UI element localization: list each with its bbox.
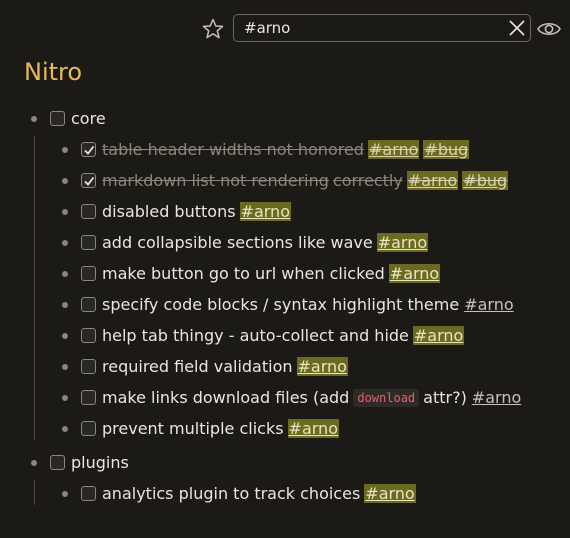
tag-link[interactable]: #arno (388, 264, 441, 283)
bullet-icon[interactable] (62, 490, 68, 497)
tag-link[interactable]: #arno (296, 357, 348, 376)
task-item: table header widths not honored #arno #bug (62, 134, 470, 165)
task-text: analytics plugin to track choices (102, 484, 361, 503)
group-checkbox[interactable] (50, 111, 65, 126)
task-item: specify code blocks / syntax highlight t… (62, 289, 515, 320)
search-box (233, 14, 531, 42)
bullet-icon[interactable] (62, 239, 68, 246)
task-text: add collapsible sections like wave (102, 233, 373, 252)
search-input[interactable] (244, 18, 494, 38)
group-row: core (31, 103, 106, 134)
task-text: table header widths not honored (102, 140, 364, 159)
task-text: help tab thingy - auto-collect and hide (102, 326, 409, 345)
bullet-icon[interactable] (62, 146, 68, 153)
task-checkbox[interactable] (81, 486, 96, 501)
code-snippet: download (353, 388, 420, 407)
task-checkbox[interactable] (81, 173, 96, 188)
close-icon[interactable] (508, 19, 526, 37)
tag-link[interactable]: #arno (412, 326, 465, 345)
tag-link[interactable]: #arno (367, 140, 420, 159)
toolbar (0, 14, 570, 44)
task-item: add collapsible sections like wave #arno (62, 227, 429, 258)
task-checkbox[interactable] (81, 204, 96, 219)
page-title: Nitro (24, 58, 83, 86)
bullet-icon[interactable] (62, 332, 68, 339)
task-text: make links download files (add (102, 388, 350, 407)
task-item: markdown list not rendering correctly #ar… (62, 165, 509, 196)
bullet-icon[interactable] (62, 425, 68, 432)
task-text-suffix: attr?) (423, 388, 467, 407)
bullet-icon[interactable] (31, 115, 37, 122)
bullet-icon[interactable] (62, 394, 68, 401)
task-checkbox[interactable] (81, 328, 96, 343)
group-label: core (71, 109, 106, 128)
task-text: prevent multiple clicks (102, 419, 284, 438)
task-item: make links download files (add download at… (62, 382, 522, 413)
task-item: disabled buttons #arno (62, 196, 291, 227)
bullet-icon[interactable] (62, 270, 68, 277)
bullet-icon[interactable] (62, 208, 68, 215)
task-text: required field validation (102, 357, 293, 376)
group-label: plugins (71, 453, 129, 472)
bullet-icon[interactable] (31, 459, 37, 466)
indent-guide (34, 136, 35, 440)
bullet-icon[interactable] (62, 363, 68, 370)
tag-link[interactable]: #arno (463, 295, 514, 314)
indent-guide (34, 480, 35, 505)
tag-link[interactable]: #arno (364, 484, 416, 503)
tag-link[interactable]: #arno (239, 202, 291, 221)
star-icon[interactable] (201, 17, 225, 41)
bullet-icon[interactable] (62, 301, 68, 308)
task-item: prevent multiple clicks #arno (62, 413, 339, 444)
eye-icon[interactable] (537, 18, 561, 40)
tag-link[interactable]: #bug (462, 171, 509, 190)
task-text-suffix: correctly (332, 171, 403, 190)
task-checkbox[interactable] (81, 235, 96, 250)
task-text: disabled buttons (102, 202, 236, 221)
tag-link[interactable]: #bug (423, 140, 470, 159)
task-text: specify code blocks / syntax highlight t… (102, 295, 460, 314)
task-item: analytics plugin to track choices #arno (62, 478, 416, 509)
task-item: help tab thingy - auto-collect and hide #… (62, 320, 465, 351)
group-checkbox[interactable] (50, 455, 65, 470)
task-item: make button go to url when clicked #arno (62, 258, 441, 289)
bullet-icon[interactable] (62, 177, 68, 184)
tag-link[interactable]: #arno (287, 419, 339, 438)
task-checkbox[interactable] (81, 421, 96, 436)
tag-link[interactable]: #arno (376, 233, 429, 252)
tag-link[interactable]: #arno (406, 171, 459, 190)
group-row: plugins (31, 447, 129, 478)
task-checkbox[interactable] (81, 390, 96, 405)
task-checkbox[interactable] (81, 142, 96, 157)
task-checkbox[interactable] (81, 297, 96, 312)
task-text: markdown list not rendering (102, 171, 329, 190)
task-item: required field validation #arno (62, 351, 348, 382)
task-checkbox[interactable] (81, 359, 96, 374)
task-text: make button go to url when clicked (102, 264, 385, 283)
task-checkbox[interactable] (81, 266, 96, 281)
tag-link[interactable]: #arno (471, 388, 522, 407)
